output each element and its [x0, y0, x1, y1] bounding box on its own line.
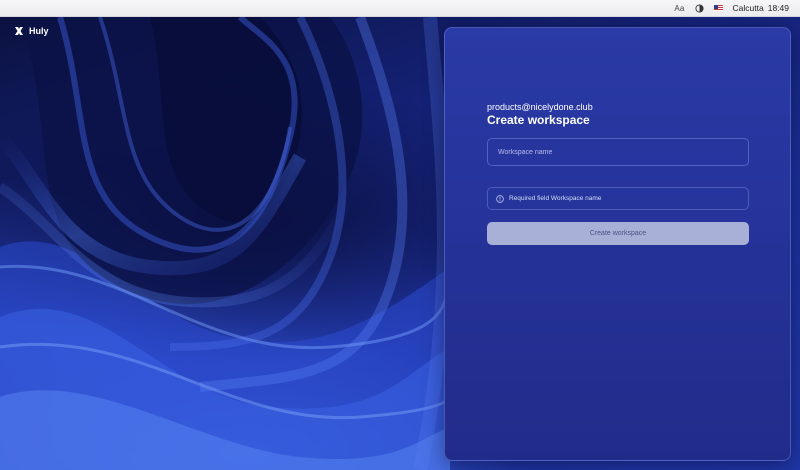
info-icon: [496, 194, 504, 203]
clock-location: Calcutta: [732, 3, 764, 13]
validation-notice: Required field Workspace name: [487, 187, 749, 210]
us-flag-icon: [713, 5, 723, 11]
app-logo[interactable]: Huly: [14, 26, 49, 36]
clock: Calcutta 18:49: [733, 3, 789, 13]
screen: Aa Calcutta 18:49 Huly products@nicelydo…: [0, 0, 800, 470]
create-workspace-panel: products@nicelydone.club Create workspac…: [444, 27, 791, 461]
account-email: products@nicelydone.club: [487, 102, 593, 112]
huly-logo-icon: [15, 27, 23, 35]
font-size-button[interactable]: Aa: [674, 4, 684, 13]
language-button[interactable]: [713, 5, 723, 11]
create-workspace-button[interactable]: Create workspace: [487, 222, 749, 245]
page-title: Create workspace: [487, 113, 590, 127]
app-name: Huly: [29, 26, 49, 36]
validation-notice-text: Required field Workspace name: [509, 195, 602, 202]
workspace-name-input[interactable]: [487, 138, 749, 166]
contrast-icon[interactable]: [694, 3, 704, 13]
clock-time: 18:49: [767, 3, 789, 13]
system-bar: Aa Calcutta 18:49: [0, 0, 800, 17]
